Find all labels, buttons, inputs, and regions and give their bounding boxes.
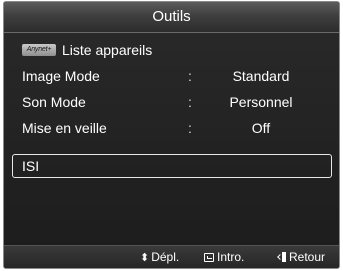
help-bar: ⬍ Dépl. Intro. Retour: [4, 245, 339, 268]
menu-item-separator: :: [188, 68, 192, 84]
menu-item-label: Liste appareils: [62, 42, 153, 58]
menu-item-separator: :: [188, 94, 192, 110]
menu-item-value: Off: [251, 120, 271, 136]
hint-move: ⬍ Dépl.: [140, 246, 180, 268]
menu-item-value: Personnel: [229, 94, 293, 110]
tools-menu-window: Outils Anynet+ Liste appareils Image Mod…: [3, 1, 340, 269]
menu-item-label: Image Mode: [22, 68, 100, 84]
anynet-logo-icon: Anynet+: [22, 44, 56, 56]
menu-item-son-mode[interactable]: Son Mode : Personnel: [12, 90, 332, 114]
menu-item-separator: :: [188, 120, 192, 136]
menu-item-mise-en-veille[interactable]: Mise en veille : Off: [12, 116, 332, 140]
menu-title: Outils: [4, 2, 339, 33]
menu-item-value: Standard: [232, 68, 290, 84]
enter-icon: [204, 253, 214, 262]
hint-enter: Intro.: [204, 246, 244, 268]
menu-item-label: ISI: [22, 158, 40, 174]
hint-move-label: Dépl.: [151, 250, 180, 264]
hint-enter-label: Intro.: [217, 250, 245, 264]
return-icon: [282, 252, 286, 262]
hint-return: Retour: [282, 246, 325, 268]
menu-item-label: Son Mode: [22, 94, 86, 110]
menu-item-label: Mise en veille: [22, 120, 107, 136]
menu-item-image-mode[interactable]: Image Mode : Standard: [12, 64, 332, 88]
up-down-arrows-icon: ⬍: [140, 252, 150, 264]
menu-item-liste-appareils[interactable]: Anynet+ Liste appareils: [12, 38, 332, 62]
hint-return-label: Retour: [289, 250, 326, 264]
menu-item-isi[interactable]: ISI: [12, 154, 332, 178]
